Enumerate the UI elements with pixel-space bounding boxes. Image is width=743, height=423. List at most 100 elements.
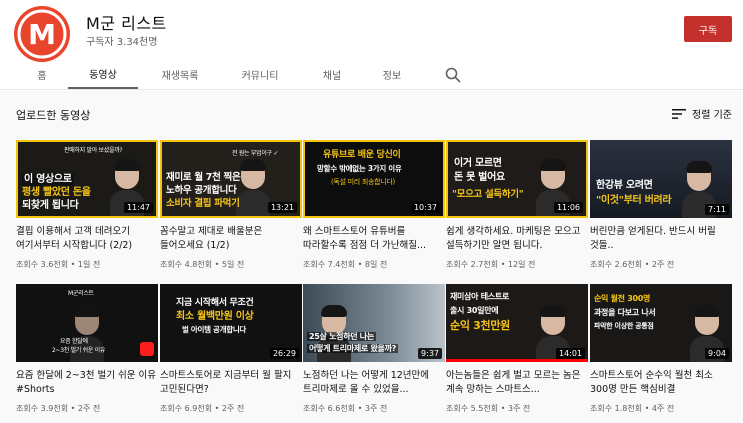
view-count: 조회수 3.9천회 (16, 404, 69, 413)
thumbnail-caption: 평생 빨았던 돈을 (22, 187, 91, 198)
video-thumbnail[interactable]: 지금 시작해서 무조건 최소 월백만원 이상 벌 아이템 공개합니다 26:29 (160, 284, 302, 362)
view-count: 조회수 3.6천회 (16, 260, 69, 269)
video-meta: 조회수 2.6천회 • 2주 전 (590, 260, 675, 269)
video-title[interactable]: 왜 스마트스토어 유튜버를 따라할수록 점점 더 가난해질... (303, 225, 445, 253)
video-card[interactable]: 판매하지 말아 보셨을까? 이 영상으로 평생 빨았던 돈을 되찾게 됩니다 1… (16, 140, 158, 270)
thumbnail-caption: 최소 월백만원 이상 (176, 311, 254, 322)
upload-age: 1일 전 (77, 260, 101, 269)
video-title[interactable]: 꼼수말고 제대로 배울분은 들어오세요 (1/2) (160, 225, 302, 253)
thumbnail-caption: 전 원는 부업이구 ✓ (232, 150, 279, 157)
video-card[interactable]: 지금 시작해서 무조건 최소 월백만원 이상 벌 아이템 공개합니다 26:29… (160, 284, 302, 414)
thumbnail-caption: 요즘 한달에 (60, 338, 88, 345)
upload-age: 3주 전 (364, 404, 388, 413)
thumbnail-caption: (독설 미리 죄송합니다) (331, 178, 395, 186)
svg-text:M: M (28, 18, 56, 51)
tab-playlists[interactable]: 재생목록 (150, 60, 210, 89)
video-thumbnail[interactable]: 판매하지 말아 보셨을까? 이 영상으로 평생 빨았던 돈을 되찾게 됩니다 1… (16, 140, 158, 218)
video-title[interactable]: 스마트스토어 순수익 월천 최소 300명 만든 핵심비결 (590, 369, 732, 397)
thumbnail-caption: 재미로 월 7천 찍은 (166, 172, 241, 183)
video-title[interactable]: 결핍 이용해서 고객 데려오기 여기서부터 시작합니다 (2/2) (16, 225, 158, 253)
video-duration: 7:11 (705, 204, 729, 215)
video-duration: 9:37 (418, 348, 442, 359)
video-thumbnail[interactable]: 이거 모르면 돈 못 벌어요 "모으고 설득하기" 11:06 (446, 140, 588, 218)
video-thumbnail[interactable]: 유튜브로 배운 당신이 망할수 밖에없는 3가지 이유 (독설 미리 죄송합니다… (303, 140, 445, 218)
video-title[interactable]: 요즘 한달에 2~3천 벌기 쉬운 이유 #Shorts (16, 369, 158, 397)
thumbnail-caption: 노하우 공개합니다 (166, 185, 237, 196)
view-count: 조회수 6.9천회 (160, 404, 213, 413)
video-meta: 조회수 2.7천회 • 12일 전 (446, 260, 536, 269)
video-meta: 조회수 7.4천회 • 8일 전 (303, 260, 388, 269)
thumbnail-caption: 순익 월천 300명 (594, 294, 651, 303)
video-card[interactable]: 유튜브로 배운 당신이 망할수 밖에없는 3가지 이유 (독설 미리 죄송합니다… (303, 140, 445, 270)
video-thumbnail[interactable]: 25살 노점하던 나는 어떻게 트리마제로 왔을까? 9:37 (303, 284, 445, 362)
video-card[interactable]: 재미삼아 테스트로 출시 30일만에 순익 3천만원 14:01 아는놈들은 쉽… (446, 284, 588, 414)
subscribe-button[interactable]: 구독 (684, 16, 732, 42)
search-icon[interactable] (444, 66, 462, 84)
upload-age: 5일 전 (221, 260, 245, 269)
video-meta: 조회수 3.6천회 • 1일 전 (16, 260, 101, 269)
thumbnail-caption: 되찾게 됩니다 (22, 200, 79, 211)
video-title[interactable]: 버린만큼 얻게된다. 반드시 버릴 것들.. (590, 225, 732, 253)
tab-community[interactable]: 커뮤니티 (228, 60, 292, 89)
thumbnail-caption: "이것"부터 버려라 (596, 195, 672, 206)
shorts-icon (140, 342, 154, 356)
thumbnail-caption: 어떻게 트리마제로 왔을까? (307, 344, 398, 354)
thumbnail-caption: M군리스트 (68, 290, 94, 297)
tab-home[interactable]: 홈 (24, 60, 60, 89)
video-card[interactable]: 25살 노점하던 나는 어떻게 트리마제로 왔을까? 9:37 노점하던 나는 … (303, 284, 445, 414)
view-count: 조회수 2.6천회 (590, 260, 643, 269)
channel-avatar[interactable]: M (14, 6, 70, 62)
channel-name: M군 리스트 (86, 14, 167, 33)
tab-channels[interactable]: 채널 (312, 60, 352, 89)
view-count: 조회수 7.4천회 (303, 260, 356, 269)
video-card[interactable]: 순익 월천 300명 과정을 다보고 나서 파악한 이상한 공통점 9:04 스… (590, 284, 732, 414)
tab-about[interactable]: 정보 (372, 60, 412, 89)
upload-age: 8일 전 (364, 260, 388, 269)
video-thumbnail[interactable]: 재미삼아 테스트로 출시 30일만에 순익 3천만원 14:01 (446, 284, 588, 362)
thumbnail-caption: 재미삼아 테스트로 (450, 292, 509, 301)
thumbnail-caption: 소비자 결핍 파먹기 (166, 198, 240, 209)
presenter-figure (236, 158, 270, 216)
upload-age: 3주 전 (507, 404, 531, 413)
video-duration: 11:06 (553, 202, 583, 213)
upload-age: 12일 전 (507, 260, 536, 269)
upload-age: 2주 전 (77, 404, 101, 413)
video-card[interactable]: 한강뷰 오려면 "이것"부터 버려라 7:11 버린만큼 얻게된다. 반드시 버… (590, 140, 732, 270)
video-card[interactable]: M군리스트 요즘 한달에 2~3천 벌기 쉬운 이유 요즘 한달에 2~3천 벌… (16, 284, 158, 414)
video-card[interactable]: 전 원는 부업이구 ✓ 재미로 월 7천 찍은 노하우 공개합니다 소비자 결핍… (160, 140, 302, 270)
view-count: 조회수 2.7천회 (446, 260, 499, 269)
video-card[interactable]: 이거 모르면 돈 못 벌어요 "모으고 설득하기" 11:06 쉽게 생각하세요… (446, 140, 588, 270)
thumbnail-caption: 25살 노점하던 나는 (307, 332, 376, 342)
section-title: 업로드한 동영상 (16, 109, 91, 122)
sort-label: 정렬 기준 (692, 110, 732, 121)
video-thumbnail[interactable]: 한강뷰 오려면 "이것"부터 버려라 7:11 (590, 140, 732, 218)
thumbnail-caption: 유튜브로 배운 당신이 (323, 150, 401, 160)
m-logo-icon: M (17, 9, 67, 59)
video-meta: 조회수 6.6천회 • 3주 전 (303, 404, 388, 413)
thumbnail-caption: 이거 모르면 (454, 158, 502, 169)
video-title[interactable]: 쉽게 생각하세요. 마케팅은 모으고 설득하기만 알면 됩니다. (446, 225, 588, 253)
video-duration: 11:47 (123, 202, 153, 213)
video-title[interactable]: 노점하던 나는 어떻게 12년만에 트리마제로 올 수 있었을... (303, 369, 445, 397)
video-duration: 26:29 (269, 348, 299, 359)
video-title[interactable]: 스마트스토어로 지금부터 월 팔지 고민된다면? (160, 369, 302, 397)
upload-age: 4주 전 (651, 404, 675, 413)
upload-age: 2주 전 (651, 260, 675, 269)
video-title[interactable]: 아는놈들은 쉽게 벌고 모르는 놈은 계속 망하는 스마트스... (446, 369, 588, 397)
sort-icon (672, 108, 686, 119)
video-duration: 14:01 (555, 348, 585, 359)
video-duration: 9:04 (705, 348, 729, 359)
tab-videos[interactable]: 동영상 (68, 60, 138, 89)
video-meta: 조회수 6.9천회 • 2주 전 (160, 404, 245, 413)
view-count: 조회수 1.8천회 (590, 404, 643, 413)
sort-button[interactable]: 정렬 기준 (672, 106, 732, 121)
watch-progress-bar (446, 359, 588, 362)
video-thumbnail[interactable]: 전 원는 부업이구 ✓ 재미로 월 7천 찍은 노하우 공개합니다 소비자 결핍… (160, 140, 302, 218)
view-count: 조회수 4.8천회 (160, 260, 213, 269)
thumbnail-caption: 벌 아이템 공개합니다 (182, 325, 247, 334)
thumbnail-caption: 2~3천 벌기 쉬운 이유 (52, 347, 106, 354)
video-thumbnail[interactable]: M군리스트 요즘 한달에 2~3천 벌기 쉬운 이유 (16, 284, 158, 362)
video-meta: 조회수 4.8천회 • 5일 전 (160, 260, 245, 269)
video-duration: 10:37 (410, 202, 440, 213)
video-thumbnail[interactable]: 순익 월천 300명 과정을 다보고 나서 파악한 이상한 공통점 9:04 (590, 284, 732, 362)
